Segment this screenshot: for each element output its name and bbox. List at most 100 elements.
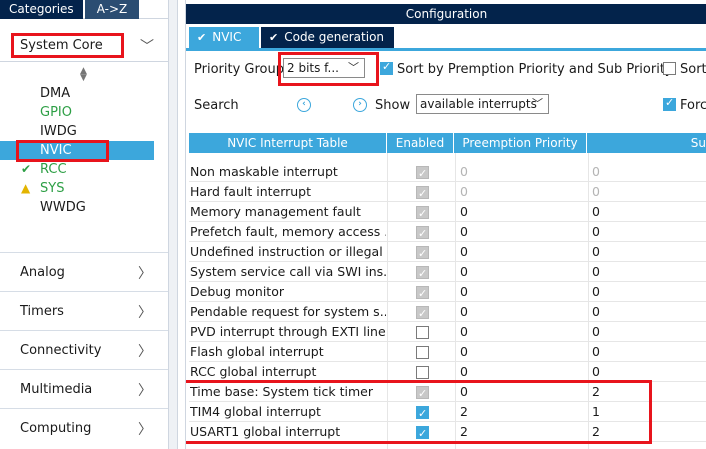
sub-priority-cell[interactable]: 0 [589, 202, 706, 222]
enabled-cell [389, 242, 457, 262]
column-header-enabled[interactable]: Enabled [387, 133, 454, 153]
interrupt-name-cell: Undefined instruction or illegal ... [190, 244, 386, 259]
chevron-right-icon: 〉 [138, 422, 152, 438]
chevron-right-icon: 〉 [138, 344, 152, 360]
column-header-preemption[interactable]: Preemption Priority [454, 133, 587, 153]
sub-priority-cell[interactable]: 0 [589, 262, 706, 282]
enabled-checkbox[interactable] [416, 366, 429, 379]
category-multimedia[interactable]: Multimedia 〉 [0, 369, 168, 408]
peripheral-iwdg[interactable]: IWDG [0, 122, 154, 141]
check-circle-icon: ✔ [269, 31, 279, 44]
peripheral-dma[interactable]: DMA [0, 84, 154, 103]
enabled-cell [389, 162, 457, 182]
table-row[interactable]: System service call via SWI ins... 00 [189, 262, 706, 282]
nvic-table-header: NVIC Interrupt Table Enabled Preemption … [189, 133, 706, 153]
show-select[interactable]: available interrupts ﹀ [416, 94, 549, 114]
chevron-right-icon: 〉 [138, 383, 152, 399]
config-tabs: ✔ NVIC ✔ Code generation [189, 27, 395, 48]
peripheral-wwdg[interactable]: WWDG [0, 198, 154, 217]
peripheral-gpio[interactable]: GPIO [0, 103, 154, 122]
enabled-cell [389, 362, 457, 382]
preemption-priority-cell[interactable]: 0 [457, 242, 589, 262]
table-row[interactable]: Debug monitor 00 [189, 282, 706, 302]
sort-checkbox[interactable] [663, 62, 676, 75]
show-label: Show [375, 98, 411, 113]
table-row[interactable]: Flash global interrupt 0 0 [189, 342, 706, 362]
peripheral-label: DMA [40, 86, 71, 101]
interrupt-name-cell: Debug monitor [190, 284, 284, 299]
enabled-checkbox [416, 244, 429, 262]
preemption-priority-cell[interactable]: 0 [457, 362, 589, 382]
tab-nvic[interactable]: ✔ NVIC [189, 27, 259, 48]
table-row[interactable]: Hard fault interrupt 0 0 [189, 182, 706, 202]
tab-categories[interactable]: Categories [0, 0, 83, 19]
column-header-sub-priority[interactable]: Su [587, 133, 706, 153]
table-row[interactable]: Prefetch fault, memory access ... 00 [189, 222, 706, 242]
table-row[interactable]: Non maskable interrupt 0 0 [189, 162, 706, 182]
sub-priority-cell[interactable]: 0 [589, 342, 706, 362]
force-label: Forc [680, 98, 706, 113]
sub-priority-cell: 0 [592, 164, 600, 179]
enabled-checkbox[interactable] [416, 326, 429, 339]
interrupt-name-cell: System service call via SWI ins... [190, 264, 386, 279]
interrupt-name-cell: Hard fault interrupt [190, 184, 312, 199]
highlight-box [16, 140, 109, 162]
search-previous-icon[interactable]: ‹ [297, 98, 311, 112]
tab-code-generation[interactable]: ✔ Code generation [261, 27, 395, 48]
preemption-priority-cell[interactable]: 0 [457, 222, 589, 242]
category-connectivity[interactable]: Connectivity 〉 [0, 330, 168, 369]
peripheral-rcc[interactable]: ✔ RCC [0, 160, 154, 179]
preemption-priority-cell[interactable]: 0 [457, 322, 589, 342]
peripheral-sys[interactable]: ▲ SYS [0, 179, 154, 198]
chevron-down-icon: ﹀ [532, 97, 543, 110]
sub-priority-cell[interactable]: 0 [589, 302, 706, 322]
sub-priority-cell[interactable]: 0 [589, 322, 706, 342]
category-timers[interactable]: Timers 〉 [0, 291, 168, 330]
enabled-checkbox[interactable] [416, 346, 429, 359]
sub-priority-cell[interactable]: 0 [589, 222, 706, 242]
sub-priority-cell[interactable]: 0 [589, 362, 706, 382]
enabled-checkbox [416, 184, 429, 202]
configuration-panel: Configuration ✔ NVIC ✔ Code generation P… [185, 0, 706, 449]
show-value: available interrupts [420, 97, 537, 111]
warning-icon: ▲ [21, 181, 31, 195]
table-row[interactable]: Pendable request for system s... 00 [189, 302, 706, 322]
category-label: Timers [20, 304, 64, 319]
highlight-box [186, 380, 652, 444]
sort-icon[interactable]: ▲ ▼ [80, 67, 87, 83]
force-checkbox[interactable] [663, 96, 676, 111]
preemption-priority-cell[interactable]: 0 [457, 342, 589, 362]
preemption-priority-cell[interactable]: 0 [457, 262, 589, 282]
sort-label: Sort [680, 62, 706, 77]
search-next-icon[interactable]: › [353, 98, 367, 112]
panel-splitter[interactable] [168, 0, 178, 449]
category-label: Computing [20, 421, 92, 436]
peripheral-label: SYS [40, 181, 65, 196]
highlight-box [11, 33, 124, 58]
category-analog[interactable]: Analog 〉 [0, 252, 168, 291]
peripheral-label: IWDG [40, 124, 77, 139]
enabled-cell [389, 342, 457, 362]
interrupt-name-cell: Memory management fault [190, 204, 361, 219]
peripheral-label: GPIO [40, 105, 72, 120]
interrupt-name-cell: Flash global interrupt [190, 344, 324, 359]
table-row[interactable]: Memory management fault 00 [189, 202, 706, 222]
tab-a-z[interactable]: A->Z [84, 0, 140, 19]
sub-priority-cell[interactable]: 0 [589, 242, 706, 262]
interrupt-name-cell: PVD interrupt through EXTI line ... [190, 324, 386, 339]
category-computing[interactable]: Computing 〉 [0, 408, 168, 447]
enabled-checkbox [416, 284, 429, 302]
preemption-priority-cell[interactable]: 0 [457, 282, 589, 302]
enabled-cell [389, 282, 457, 302]
table-row[interactable]: PVD interrupt through EXTI line ... 0 0 [189, 322, 706, 342]
preemption-priority-cell[interactable]: 0 [457, 202, 589, 222]
preemption-priority-cell[interactable]: 0 [457, 302, 589, 322]
category-label: Connectivity [20, 343, 102, 358]
sub-priority-cell[interactable]: 0 [589, 282, 706, 302]
table-row[interactable]: RCC global interrupt 0 0 [189, 362, 706, 382]
column-header-interrupt[interactable]: NVIC Interrupt Table [189, 133, 387, 153]
peripheral-label: RCC [40, 162, 67, 177]
check-circle-icon: ✔ [197, 31, 207, 44]
sort-priority-checkbox[interactable] [380, 60, 393, 75]
table-row[interactable]: Undefined instruction or illegal ... 00 [189, 242, 706, 262]
